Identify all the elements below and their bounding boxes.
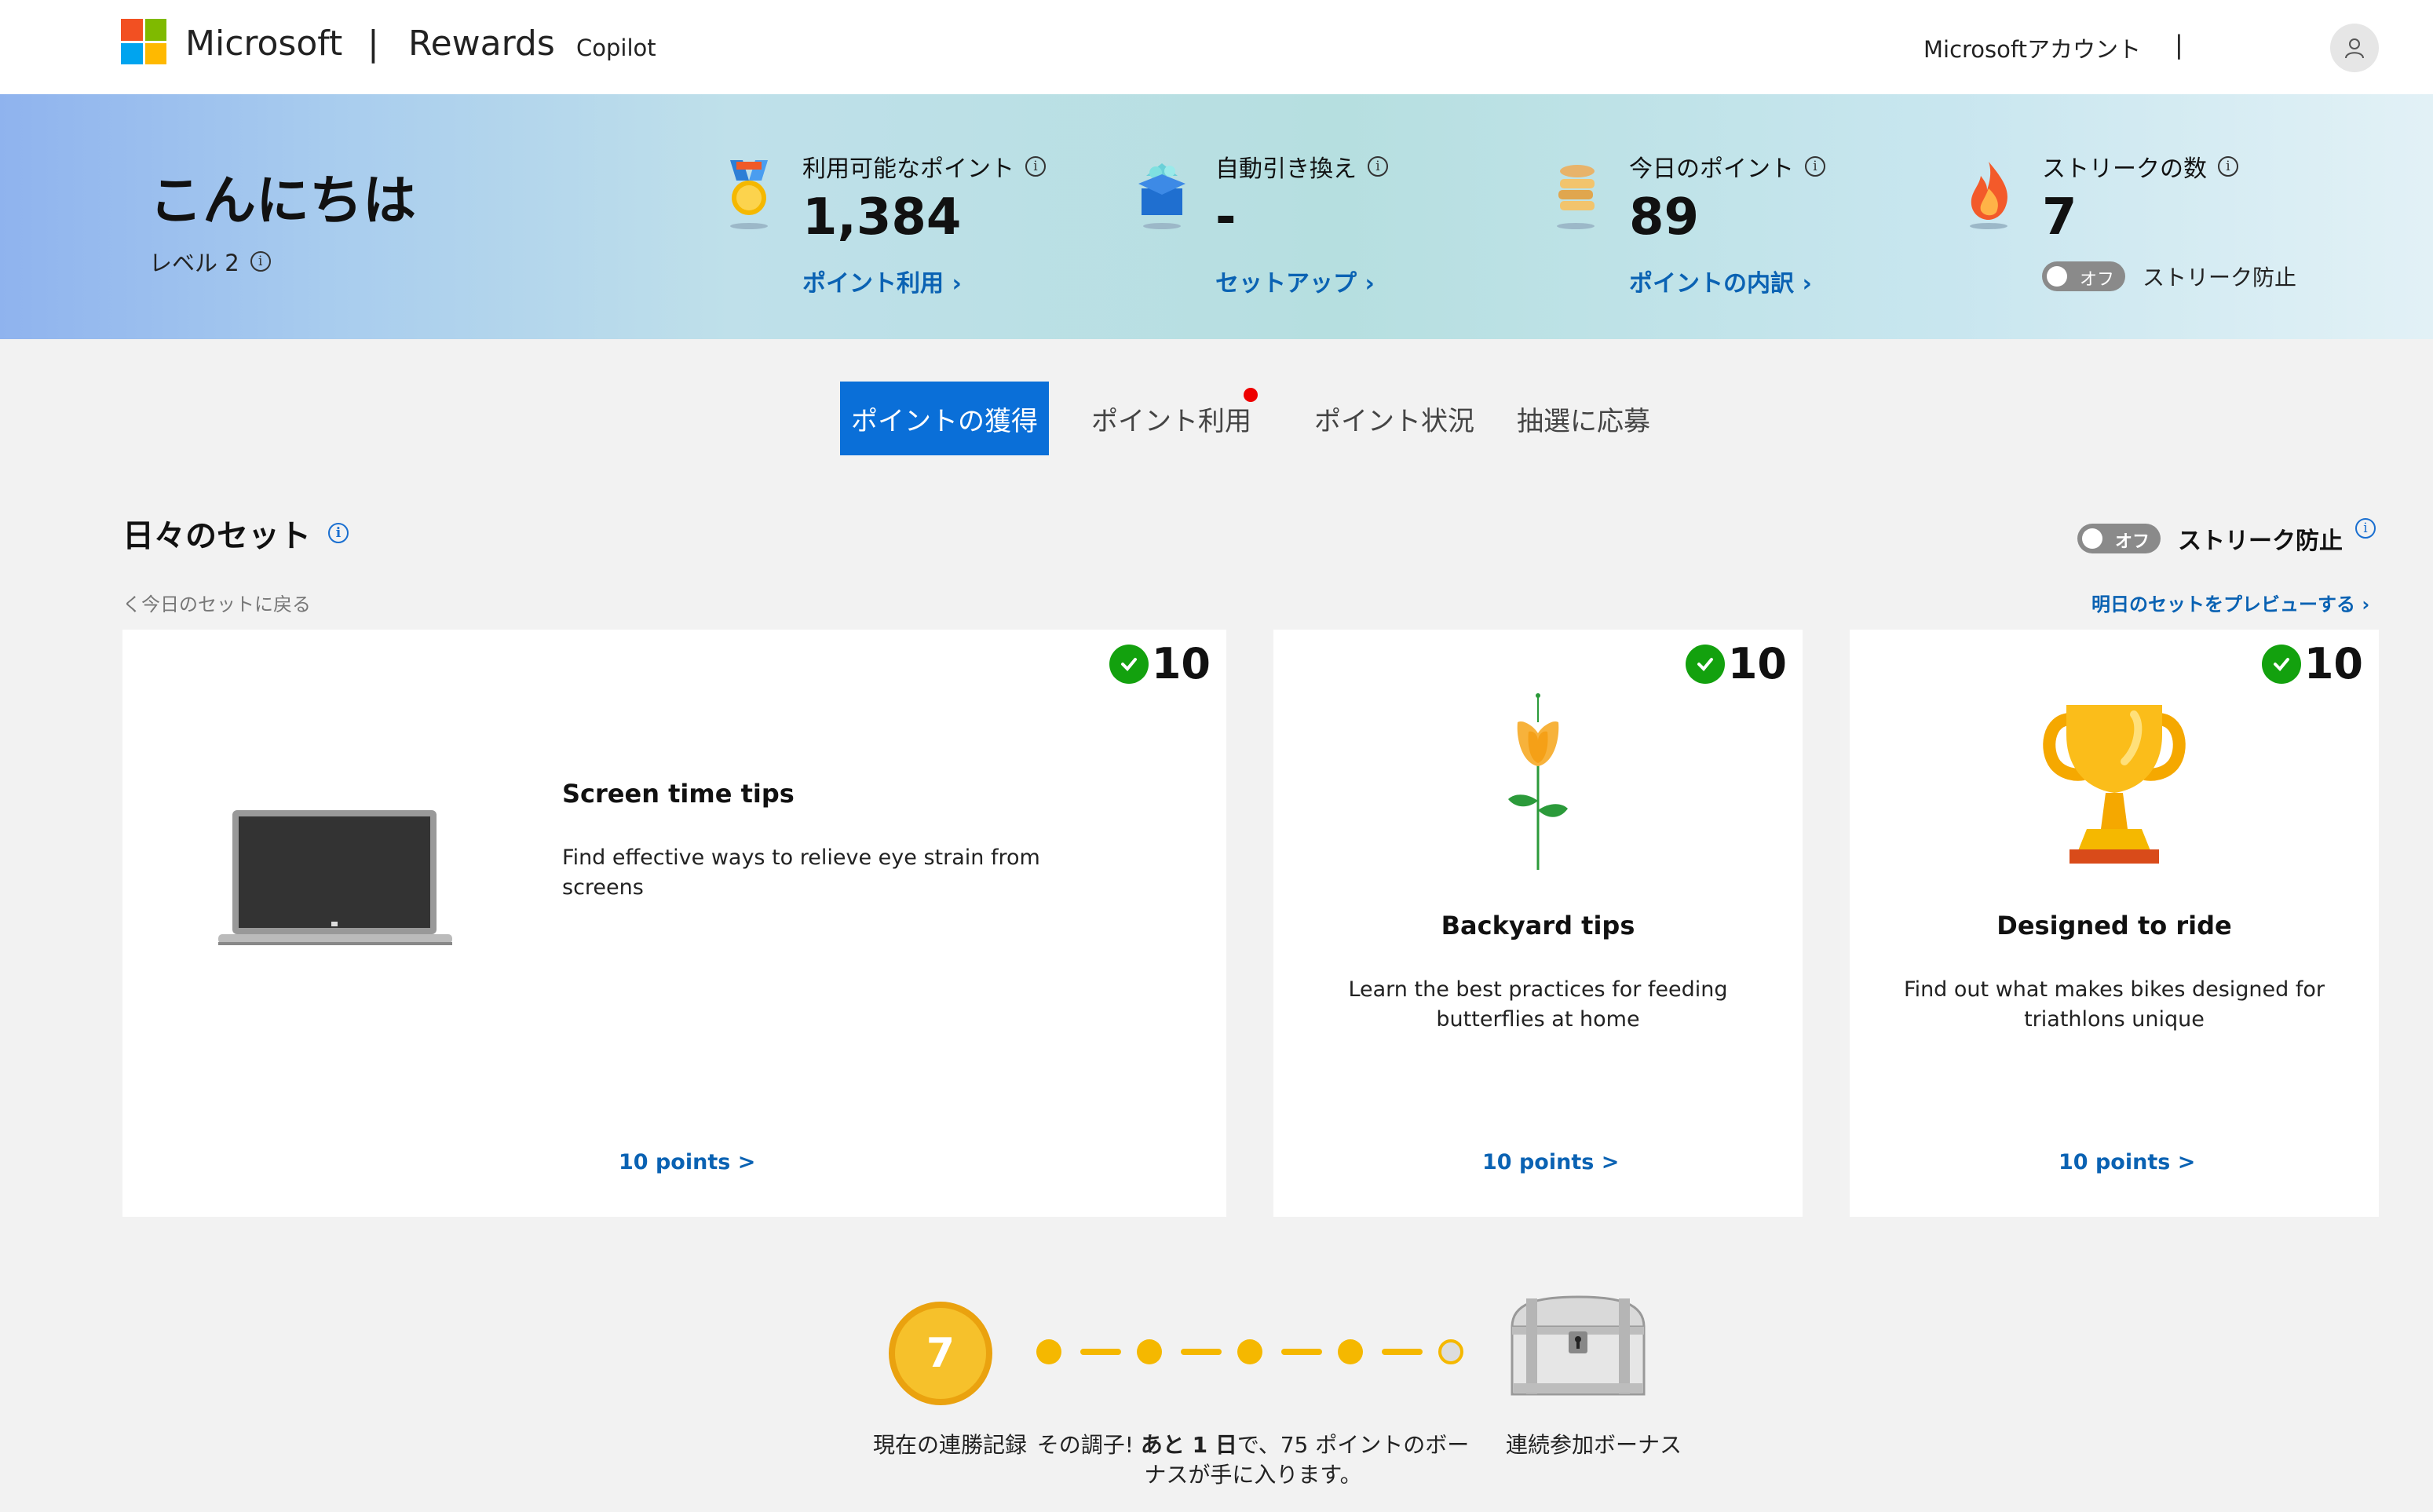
progress-dot-filled [1137, 1339, 1162, 1364]
streak-protect-toggle[interactable]: オフ [2042, 261, 2125, 291]
progress-connector [1382, 1349, 1423, 1355]
coin-stack-icon [1557, 165, 1595, 229]
trophy-icon [2043, 705, 2186, 864]
points-value: 10 [2303, 639, 2363, 688]
progress-dot-filled [1237, 1339, 1262, 1364]
tab-sweepstakes[interactable]: 抽選に応募 [1506, 382, 1661, 455]
points-badge: 10 [1685, 639, 1787, 688]
points-badge: 10 [1109, 639, 1211, 688]
progress-dot-filled [1338, 1339, 1363, 1364]
check-icon [1685, 644, 1725, 684]
microsoft-logo-icon[interactable] [121, 19, 166, 64]
flower-icon [1508, 693, 1568, 870]
stat-label: ストリークの数 [2042, 155, 2207, 183]
daily-card[interactable]: 10 Backyard tips Learn the best practice… [1273, 630, 1803, 1217]
info-icon[interactable]: i [250, 251, 271, 272]
brand-name[interactable]: Microsoft [185, 24, 342, 64]
tab-earn-points[interactable]: ポイントの獲得 [840, 382, 1049, 455]
progress-dot-filled [1036, 1339, 1061, 1364]
progress-connector [1181, 1349, 1222, 1355]
treasure-chest-icon [1511, 1295, 1646, 1396]
setup-link[interactable]: セットアップ › [1215, 264, 1388, 298]
points-value: 10 [1727, 639, 1787, 688]
card-points-link[interactable]: 10 points > [619, 1150, 755, 1174]
preview-tomorrow-link[interactable]: 明日のセットをプレビューする › [2091, 589, 2369, 616]
level-label: レベル 2 [149, 250, 239, 276]
stat-value: - [1215, 188, 1237, 247]
brand-separator: | [367, 24, 379, 64]
card-points-link[interactable]: 10 points > [2059, 1150, 2195, 1174]
points-value: 10 [1151, 639, 1211, 688]
laptop-icon [218, 810, 452, 945]
streak-protect-label: ストリーク防止 [2143, 265, 2297, 290]
info-icon[interactable]: i [1368, 156, 1388, 177]
check-icon [1109, 644, 1149, 684]
info-icon[interactable]: i [2218, 156, 2238, 177]
progress-connector [1080, 1349, 1121, 1355]
stat-label: 自動引き換え [1215, 155, 1357, 183]
flame-icon [1970, 162, 2007, 229]
streak-protect-row: オフ ストリーク防止 [2042, 261, 2296, 292]
daily-card[interactable]: 10 Screen time tips Find effective ways … [122, 630, 1226, 1217]
info-icon[interactable]: i [2355, 518, 2376, 539]
current-streak-label: 現在の連勝記録 [872, 1432, 1027, 1458]
tab-bar: ポイントの獲得 ポイント利用 ポイント状況 抽選に応募 [840, 382, 1661, 455]
stat-available-points: 利用可能なポイント i 1,384 ポイント利用 › [730, 149, 1046, 298]
message-prefix: その調子! [1036, 1432, 1141, 1458]
top-bar: Microsoft | Rewards Copilot Microsoftアカウ… [0, 0, 2433, 94]
stat-auto-redeem: 自動引き換え i - セットアップ › [1138, 149, 1388, 298]
stat-value: 7 [2042, 188, 2077, 247]
daily-set-header: 日々のセット i [122, 510, 349, 556]
card-title: Screen time tips [562, 779, 795, 809]
copilot-link[interactable]: Copilot [576, 35, 656, 61]
stat-label: 利用可能なポイント [802, 155, 1014, 183]
gift-box-icon [1138, 163, 1185, 229]
points-badge: 10 [2261, 639, 2363, 688]
message-emphasis: あと 1 日 [1140, 1432, 1237, 1458]
card-title: Backyard tips [1441, 911, 1635, 940]
bonus-label: 連続参加ボーナス [1505, 1432, 1682, 1458]
streak-count-badge: 7 [889, 1302, 992, 1405]
tab-label: ポイント利用 [1091, 405, 1251, 437]
stat-value: 1,384 [802, 188, 962, 247]
greeting: こんにちは [149, 170, 417, 232]
streak-protect-toggle[interactable]: オフ [2077, 524, 2161, 553]
info-icon[interactable]: i [1025, 156, 1046, 177]
account-separator: | [2175, 30, 2183, 60]
card-points-link[interactable]: 10 points > [1482, 1150, 1619, 1174]
info-icon[interactable]: i [328, 523, 349, 543]
medal-icon [730, 160, 768, 229]
person-icon [2345, 38, 2364, 59]
streak-message: その調子! あと 1 日で、75 ポイントのボーナスが手に入ります。 [1033, 1430, 1473, 1490]
check-icon [2261, 644, 2301, 684]
hero-banner: こんにちは レベル 2 i 利用可能なポイント i 1,384 ポイント利用 › … [0, 94, 2433, 339]
level-indicator: レベル 2 i [149, 245, 271, 278]
section-title: 日々のセット [122, 518, 311, 554]
daily-card[interactable]: 10 Designed to ride Find out what makes … [1850, 630, 2379, 1217]
stat-today-points: 今日のポイント i 89 ポイントの内訳 › [1557, 149, 1825, 298]
card-description: Find effective ways to relieve eye strai… [562, 845, 1040, 900]
stat-label: 今日のポイント [1629, 155, 1794, 183]
notification-dot [1244, 388, 1258, 402]
card-description: Find out what makes bikes designed for t… [1904, 977, 2325, 1032]
redeem-points-link[interactable]: ポイント利用 › [802, 264, 1046, 298]
progress-dot-empty [1438, 1339, 1463, 1364]
card-title: Designed to ride [1996, 911, 2232, 940]
progress-connector [1281, 1349, 1322, 1355]
streak-protect-label: ストリーク防止 [2178, 528, 2343, 555]
points-breakdown-link[interactable]: ポイントの内訳 › [1629, 264, 1825, 298]
tab-points-status[interactable]: ポイント状況 [1303, 382, 1485, 455]
rewards-link[interactable]: Rewards [408, 24, 555, 64]
card-description: Learn the best practices for feeding but… [1348, 977, 1728, 1032]
tab-redeem[interactable]: ポイント利用 [1080, 382, 1262, 455]
account-link[interactable]: Microsoftアカウント [1923, 31, 2141, 64]
stat-value: 89 [1629, 188, 1700, 247]
avatar[interactable] [2330, 24, 2379, 72]
info-icon[interactable]: i [1805, 156, 1825, 177]
stat-streak: ストリークの数 i 7 オフ ストリーク防止 [1970, 149, 2296, 292]
back-to-today-link[interactable]: く今日のセットに戻る [122, 589, 311, 616]
daily-streak-protect: オフ ストリーク防止 [2077, 521, 2343, 556]
